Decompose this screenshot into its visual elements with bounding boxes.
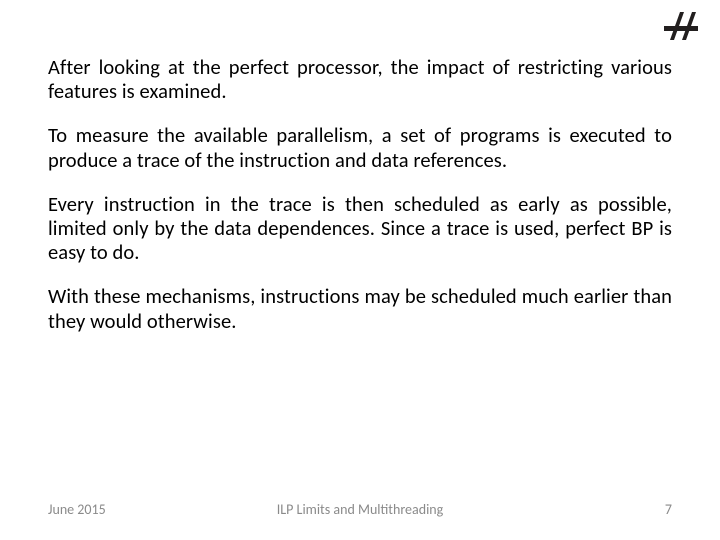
footer-pagenum: 7: [665, 501, 672, 518]
paragraph-4: With these mechanisms, instructions may …: [48, 284, 672, 332]
footer-title: ILP Limits and Multithreading: [48, 501, 672, 518]
paragraph-1: After looking at the perfect processor, …: [48, 55, 672, 103]
paragraph-3: Every instruction in the trace is then s…: [48, 192, 672, 265]
technion-logo-icon: [660, 6, 704, 46]
paragraph-2: To measure the available parallelism, a …: [48, 123, 672, 171]
slide: After looking at the perfect processor, …: [0, 0, 720, 540]
